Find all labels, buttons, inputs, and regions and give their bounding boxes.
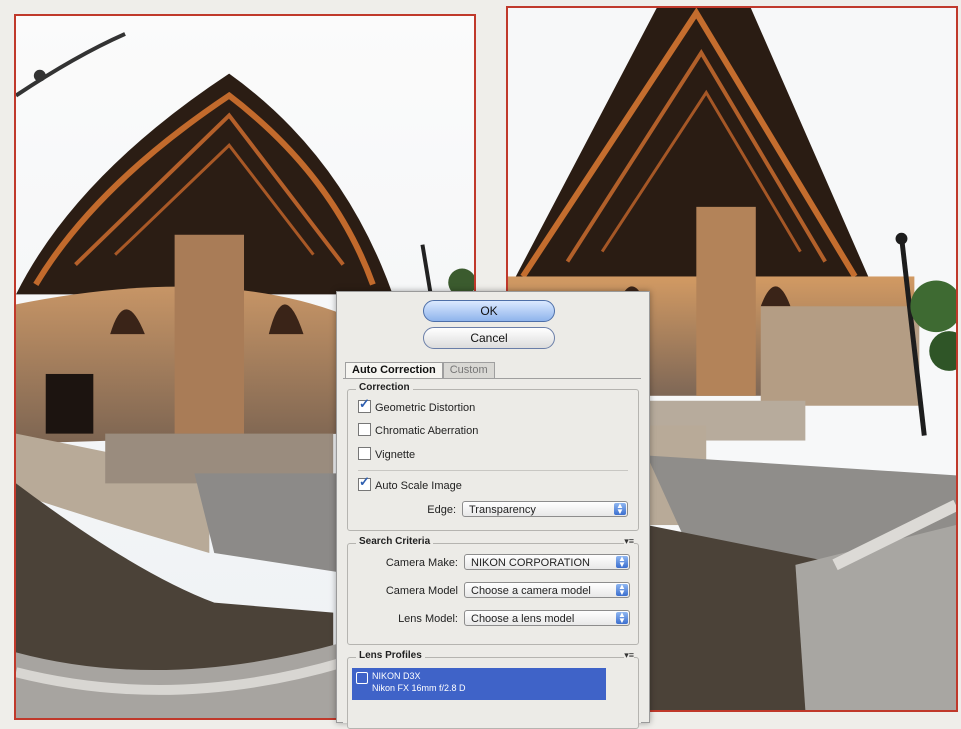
auto-correction-panel: Correction ✓ Geometric Distortion Chromat… bbox=[343, 378, 641, 729]
camera-make-label: Camera Make: bbox=[385, 557, 458, 569]
camera-model-select[interactable]: Choose a camera model ▲ ▼ bbox=[464, 582, 630, 598]
vignette-option[interactable]: Vignette bbox=[358, 447, 415, 463]
lens-model-value: Choose a lens model bbox=[471, 613, 575, 625]
lens-profiles-group: Lens Profiles ▾≡ NIKON D3X Nikon FX 16mm… bbox=[347, 650, 639, 729]
correction-group-title: Correction bbox=[356, 382, 413, 393]
tab-custom[interactable]: Custom bbox=[442, 362, 495, 378]
search-criteria-group: Search Criteria ▾≡ Camera Make: NIKON CO… bbox=[347, 536, 639, 645]
cancel-button[interactable]: Cancel bbox=[423, 327, 555, 349]
camera-model-label: Camera Model bbox=[385, 585, 458, 597]
auto-scale-image-option[interactable]: ✓ Auto Scale Image bbox=[358, 474, 462, 494]
edge-select-value: Transparency bbox=[469, 504, 536, 516]
checkmark-icon: ✓ bbox=[359, 474, 370, 489]
correction-divider bbox=[358, 470, 628, 471]
auto-scale-image-label: Auto Scale Image bbox=[375, 480, 462, 492]
auto-scale-image-checkbox[interactable]: ✓ bbox=[358, 474, 371, 491]
lens-model-select[interactable]: Choose a lens model ▲ ▼ bbox=[464, 610, 630, 626]
camera-make-value: NIKON CORPORATION bbox=[471, 557, 590, 569]
camera-make-row: Camera Make: NIKON CORPORATION ▲ ▼ bbox=[348, 554, 638, 572]
panel-menu-icon[interactable]: ▾≡ bbox=[624, 650, 634, 661]
camera-model-value: Choose a camera model bbox=[471, 585, 591, 597]
geometric-distortion-checkbox[interactable]: ✓ bbox=[358, 396, 371, 413]
edge-label: Edge: bbox=[427, 504, 456, 516]
lens-model-row: Lens Model: Choose a lens model ▲ ▼ bbox=[348, 610, 638, 628]
vignette-checkbox[interactable] bbox=[358, 447, 371, 460]
select-arrows-icon: ▲ ▼ bbox=[614, 502, 626, 516]
select-arrows-icon: ▲ ▼ bbox=[616, 583, 628, 597]
geometric-distortion-option[interactable]: ✓ Geometric Distortion bbox=[358, 396, 476, 416]
camera-model-row: Camera Model Choose a camera model ▲ ▼ bbox=[348, 582, 638, 600]
camera-make-select[interactable]: NIKON CORPORATION ▲ ▼ bbox=[464, 554, 630, 570]
tab-auto-correction[interactable]: Auto Correction bbox=[345, 362, 443, 378]
ok-button[interactable]: OK bbox=[423, 300, 555, 322]
lens-model-label: Lens Model: bbox=[398, 613, 458, 625]
correction-group: Correction ✓ Geometric Distortion Chromat… bbox=[347, 382, 639, 531]
camera-icon bbox=[356, 672, 368, 684]
geometric-distortion-label: Geometric Distortion bbox=[375, 402, 476, 414]
lens-profile-lens: Nikon FX 16mm f/2.8 D bbox=[372, 683, 466, 693]
chromatic-aberration-checkbox[interactable] bbox=[358, 423, 371, 436]
dialog-tabs: Auto Correction Custom bbox=[345, 362, 495, 378]
lens-profile-camera: NIKON D3X bbox=[372, 671, 421, 681]
panel-menu-icon[interactable]: ▾≡ bbox=[624, 536, 634, 547]
select-arrows-icon: ▲ ▼ bbox=[616, 555, 628, 569]
lens-profile-item[interactable]: NIKON D3X Nikon FX 16mm f/2.8 D bbox=[352, 668, 606, 700]
edge-row: Edge: Transparency ▲ ▼ bbox=[348, 501, 638, 519]
select-arrows-icon: ▲ ▼ bbox=[616, 611, 628, 625]
edge-select[interactable]: Transparency ▲ ▼ bbox=[462, 501, 628, 517]
chromatic-aberration-label: Chromatic Aberration bbox=[375, 425, 479, 437]
lens-correction-dialog: OK Cancel Auto Correction Custom Correcti… bbox=[336, 291, 650, 729]
chromatic-aberration-option[interactable]: Chromatic Aberration bbox=[358, 423, 478, 439]
vignette-label: Vignette bbox=[375, 449, 416, 461]
checkmark-icon: ✓ bbox=[359, 396, 370, 411]
search-criteria-title: Search Criteria bbox=[356, 536, 434, 547]
lens-profiles-title: Lens Profiles bbox=[356, 650, 425, 661]
